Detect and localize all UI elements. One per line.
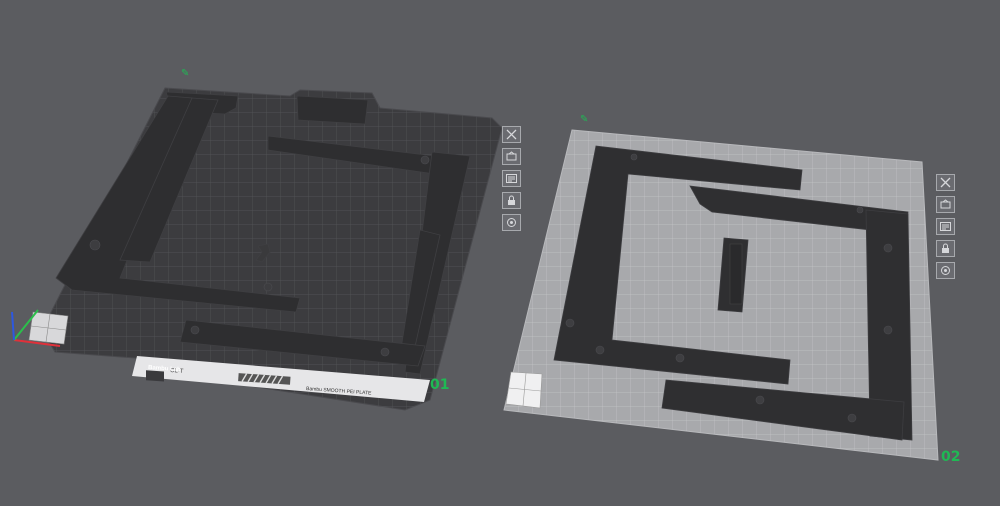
settings-icon (941, 266, 950, 275)
close-icon (506, 129, 517, 140)
lock-icon (508, 195, 515, 205)
plate-02-lock-button[interactable] (936, 240, 955, 257)
arrange-icon (940, 222, 951, 231)
plate-02-close-button[interactable] (936, 174, 955, 191)
plate-02-settings-button[interactable] (936, 262, 955, 279)
settings-icon (507, 218, 516, 227)
plate-02-name-icon[interactable]: ✎ (580, 114, 588, 125)
build-plates-scene[interactable]: CL-T Bambu Lab Bambu SMOOTH PEI PLATE 01… (0, 0, 1000, 506)
3d-viewport[interactable]: CL-T Bambu Lab Bambu SMOOTH PEI PLATE 01… (0, 0, 1000, 506)
plate-02-arrange-button[interactable] (936, 218, 955, 235)
plate-01-label: 01 (430, 377, 449, 393)
auto-orient-icon (506, 151, 517, 161)
plate-02[interactable]: 02 ✎ (503, 114, 960, 465)
plate-02-toolbar (936, 174, 955, 279)
plate-02-auto-orient-button[interactable] (936, 196, 955, 213)
plate-01-settings-button[interactable] (502, 214, 521, 231)
lock-icon (942, 243, 949, 253)
plate-01-lock-button[interactable] (502, 192, 521, 209)
plate-01[interactable]: CL-T Bambu Lab Bambu SMOOTH PEI PLATE 01… (11, 68, 503, 411)
arrange-icon (506, 174, 517, 183)
plate-01-toolbar (502, 126, 521, 231)
plate-02-corner-tile (505, 371, 543, 409)
auto-orient-icon (940, 199, 951, 209)
plate-01-auto-orient-button[interactable] (502, 148, 521, 165)
plate-02-label: 02 (941, 449, 960, 465)
close-icon (940, 177, 951, 188)
plate-01-arrange-button[interactable] (502, 170, 521, 187)
plate-01-name-icon[interactable]: ✎ (181, 68, 189, 79)
plate-01-close-button[interactable] (502, 126, 521, 143)
